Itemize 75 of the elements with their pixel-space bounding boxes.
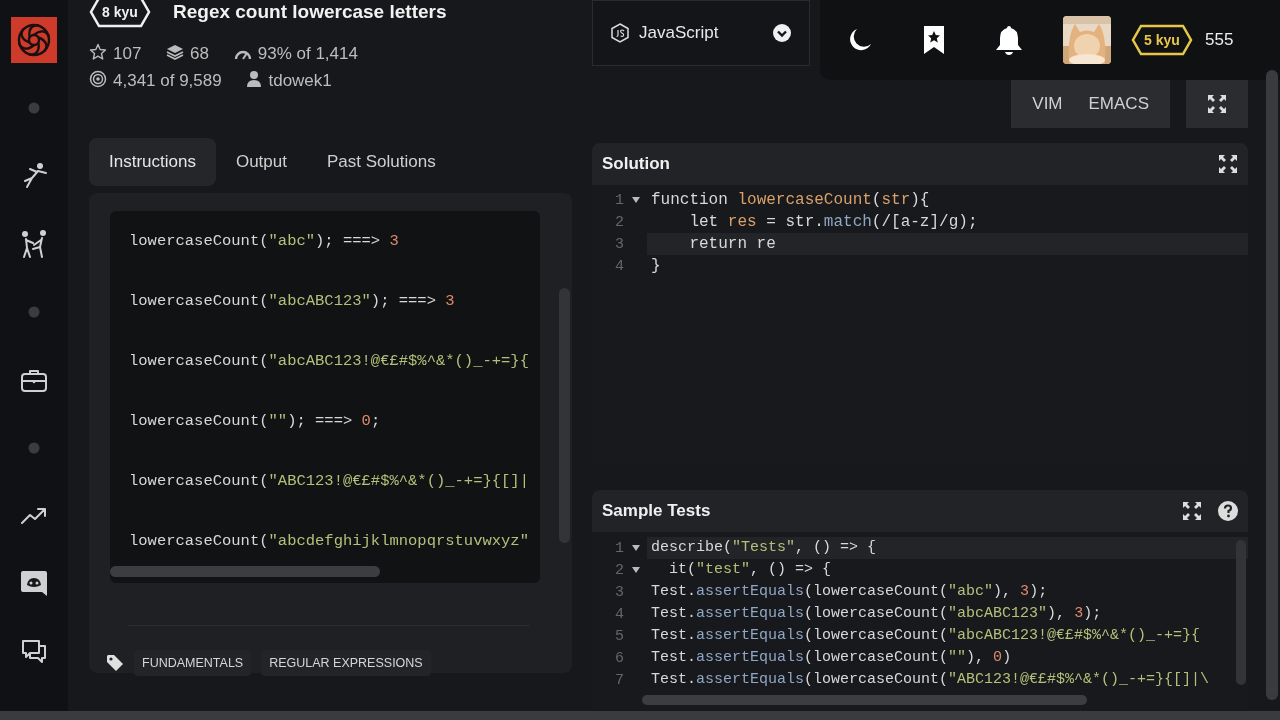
target-icon: [89, 70, 107, 88]
scrollbar[interactable]: [1236, 540, 1246, 685]
bell-icon[interactable]: [995, 25, 1023, 55]
code-line: lowercaseCount("ABC123!@€£#$%^&*()_-+=}{[]|: [128, 471, 530, 492]
logo-icon[interactable]: [11, 17, 57, 63]
line-number: 3: [614, 235, 624, 253]
code-line: lowercaseCount("abc"); ===> 3: [128, 231, 400, 252]
fullscreen-icon[interactable]: [1182, 501, 1202, 521]
code-line: }: [650, 256, 662, 277]
fullscreen-button[interactable]: [1186, 80, 1248, 128]
line-number: 3: [614, 583, 624, 601]
chevron-down-icon: [773, 24, 791, 42]
fullscreen-icon[interactable]: [1218, 154, 1238, 174]
line-number: 4: [614, 605, 624, 623]
tab[interactable]: Output: [215, 138, 307, 186]
star-icon: [89, 43, 107, 61]
code-line: Test.assertEquals(lowercaseCount(""), 0): [650, 648, 1013, 668]
panel-title: Sample Tests: [602, 501, 712, 521]
stat-value: 107: [113, 44, 142, 63]
code-line: lowercaseCount("abcABC123"); ===> 3: [128, 291, 456, 312]
code-line: Test.assertEquals(lowercaseCount("ABC123!@€£#$%^&*()_-+=}{[]|\: [650, 670, 1211, 690]
stat-value: 93% of 1,414: [257, 44, 358, 63]
code-line: lowercaseCount(""); ===> 0;: [128, 411, 382, 432]
code-line: function lowercaseCount(str){: [650, 190, 931, 211]
fold-icon[interactable]: [631, 197, 640, 203]
fold-icon[interactable]: [631, 545, 640, 551]
tab[interactable]: Past Solutions: [307, 138, 456, 186]
panel-title: Solution: [602, 154, 671, 174]
code-line: Test.assertEquals(lowercaseCount("abcABC123"), 3);: [650, 604, 1103, 624]
line-number: 6: [614, 649, 624, 667]
stat-value: 68: [190, 44, 210, 63]
tag-chip[interactable]: FUNDAMENTALS: [134, 650, 252, 676]
js-hexagon-icon: [611, 23, 629, 43]
rank-badge: 8 kyu: [89, 0, 151, 28]
scrollbar[interactable]: [642, 695, 1087, 705]
honor-count: 555: [1205, 30, 1234, 50]
line-number: 1: [614, 191, 624, 209]
code-line: lowercaseCount("abcABC123!@€£#$%^&*()_-+=}{: [128, 351, 530, 372]
line-number: 5: [614, 627, 624, 645]
line-number: 7: [614, 671, 624, 689]
chat-icon[interactable]: [20, 638, 48, 666]
trend-icon[interactable]: [20, 506, 48, 526]
help-icon[interactable]: [1218, 501, 1238, 521]
scrollbar[interactable]: [1266, 70, 1278, 700]
kata-title: Regex count lowercase letters: [173, 1, 447, 23]
line-number: 1: [614, 539, 624, 557]
layers-icon: [166, 43, 185, 61]
line-number: 4: [614, 257, 624, 275]
code-line: Test.assertEquals(lowercaseCount("abcABC123!@€£#$%^&*()_-+=}{: [650, 626, 1202, 646]
bookmark-star-icon[interactable]: [923, 25, 945, 55]
fullscreen-icon[interactable]: [1207, 94, 1227, 114]
code-line: it("test", () => {: [668, 560, 833, 580]
mode-button[interactable]: VIM: [1019, 80, 1076, 128]
dot-icon[interactable]: [28, 102, 40, 114]
mode-button[interactable]: EMACS: [1075, 80, 1162, 128]
language-dropdown[interactable]: JavaScript: [592, 0, 810, 66]
scrollbar[interactable]: [0, 711, 1280, 720]
code-line: Test.assertEquals(lowercaseCount("abc"), 3);: [650, 582, 1049, 602]
moon-icon[interactable]: [847, 27, 873, 53]
stat-value: tdowek1: [268, 71, 332, 90]
line-number: 2: [614, 561, 624, 579]
person-icon: [246, 70, 263, 88]
dot-icon[interactable]: [28, 306, 40, 318]
discord-icon[interactable]: [20, 570, 48, 598]
code-line: lowercaseCount("abcdefghijklmnopqrstuvwxyz": [128, 531, 530, 552]
scrollbar[interactable]: [110, 566, 380, 577]
code-line: let res = str.match(/[a-z]/g);: [688, 212, 979, 233]
rank-badge: 5 kyu: [1131, 24, 1193, 56]
line-number: 2: [614, 213, 624, 231]
dot-icon[interactable]: [28, 442, 40, 454]
tag-chip[interactable]: REGULAR EXPRESSIONS: [261, 650, 431, 676]
fold-icon[interactable]: [631, 567, 640, 573]
stat-value: 4,341 of 9,589: [113, 71, 222, 90]
briefcase-icon[interactable]: [20, 367, 48, 393]
tab[interactable]: Instructions: [89, 138, 216, 186]
